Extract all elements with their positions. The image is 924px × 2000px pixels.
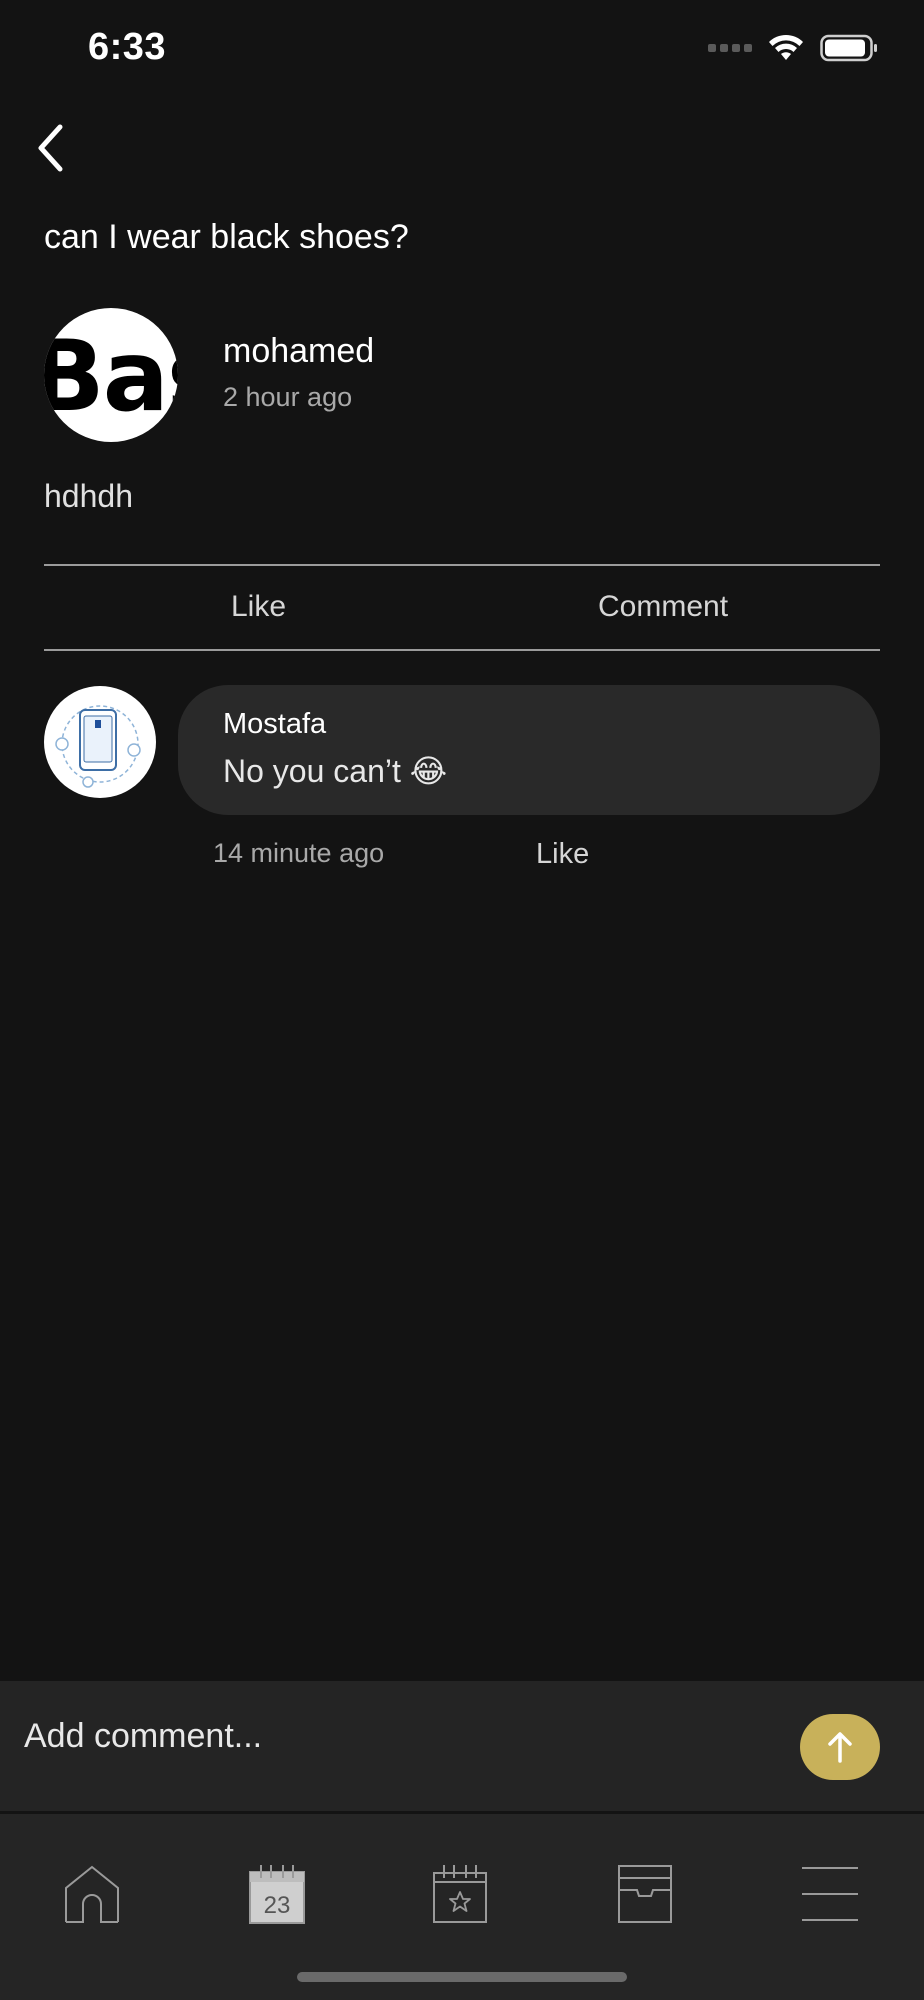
avatar-image-text: Bas	[44, 320, 178, 434]
post-body: hdhdh	[44, 478, 133, 514]
phone-illustration-icon	[55, 705, 141, 788]
tab-home[interactable]	[37, 1854, 147, 1934]
send-button[interactable]	[800, 1714, 880, 1780]
divider-bottom	[44, 649, 880, 651]
comment-avatar[interactable]	[44, 686, 156, 798]
calendar-star-icon	[433, 1865, 487, 1923]
inbox-icon	[618, 1865, 672, 1923]
comment-author[interactable]: Mostafa	[223, 708, 326, 741]
menu-icon	[802, 1867, 858, 1921]
tab-inbox[interactable]	[590, 1854, 700, 1934]
comment-button[interactable]: Comment	[598, 590, 728, 624]
post-author[interactable]: mohamed	[223, 332, 374, 371]
tab-calendar[interactable]: 23	[222, 1854, 332, 1934]
comment-timestamp: 14 minute ago	[213, 838, 385, 868]
author-avatar[interactable]: Bas	[44, 308, 178, 442]
home-indicator	[297, 1972, 627, 1982]
status-time: 6:33	[88, 26, 167, 68]
post-title: can I wear black shoes?	[44, 218, 409, 256]
comment-text: No you can’t 😂	[223, 753, 448, 789]
comment-like-button[interactable]: Like	[536, 838, 589, 871]
comment-composer	[0, 1681, 924, 1811]
arrow-up-icon	[828, 1732, 852, 1763]
chevron-left-icon	[38, 124, 63, 172]
home-icon	[65, 1865, 119, 1923]
battery-icon	[820, 34, 877, 62]
post-timestamp: 2 hour ago	[223, 382, 353, 412]
calendar-day: 23	[264, 1892, 291, 1919]
comment-input[interactable]	[22, 1705, 766, 1767]
comment-bubble	[178, 685, 880, 815]
like-button[interactable]: Like	[231, 590, 286, 624]
divider-top	[44, 564, 880, 566]
cellular-signal-icon	[708, 44, 752, 52]
back-button[interactable]	[22, 120, 78, 176]
wifi-icon	[769, 34, 803, 60]
status-indicators	[708, 34, 878, 62]
tab-events[interactable]	[405, 1854, 515, 1934]
tab-menu[interactable]	[775, 1854, 885, 1934]
calendar-icon: 23	[249, 1865, 305, 1924]
